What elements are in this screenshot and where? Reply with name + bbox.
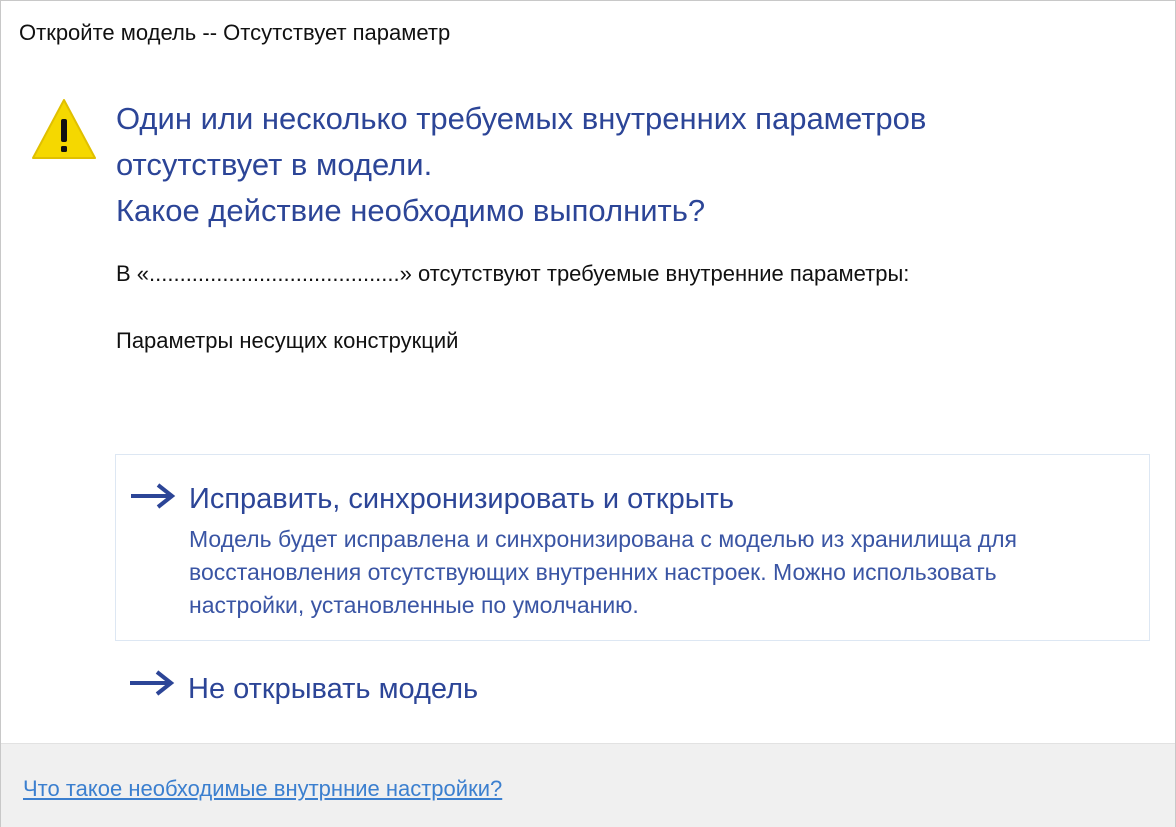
arrow-right-icon (130, 670, 175, 696)
command-title: Не открывать модель (188, 673, 479, 705)
main-instruction-line: отсутствует в модели. (116, 147, 433, 182)
command-description-line: восстановления отсутствующих внутренних … (189, 559, 997, 585)
command-description-line: настройки, установленные по умолчанию. (189, 592, 639, 618)
arrow-right-icon (131, 483, 176, 509)
do-not-open-button[interactable]: Не открывать модель (115, 661, 1148, 721)
task-dialog: Откройте модель -- Отсутствует параметр … (0, 0, 1176, 827)
missing-parameters-text: Параметры несущих конструкций (116, 328, 459, 353)
help-link[interactable]: Что такое необходимые внутрнние настройк… (23, 776, 502, 802)
main-instruction-line: Один или несколько требуемых внутренних … (116, 101, 927, 136)
dialog-footer: Что такое необходимые внутрнние настройк… (1, 743, 1175, 827)
window-title: Откройте модель -- Отсутствует параметр (19, 20, 451, 45)
fix-sync-open-button[interactable]: Исправить, синхронизировать и открыть Мо… (115, 454, 1150, 641)
content-text: В «.....................................… (116, 261, 910, 286)
command-description-line: Модель будет исправлена и синхронизирова… (189, 526, 1017, 552)
command-title: Исправить, синхронизировать и открыть (189, 483, 734, 515)
command-description: Модель будет исправлена и синхронизирова… (189, 523, 1139, 622)
main-instruction-line: Какое действие необходимо выполнить? (116, 193, 706, 228)
main-instruction: Один или несколько требуемых внутренних … (116, 96, 1156, 234)
warning-icon (32, 99, 96, 159)
